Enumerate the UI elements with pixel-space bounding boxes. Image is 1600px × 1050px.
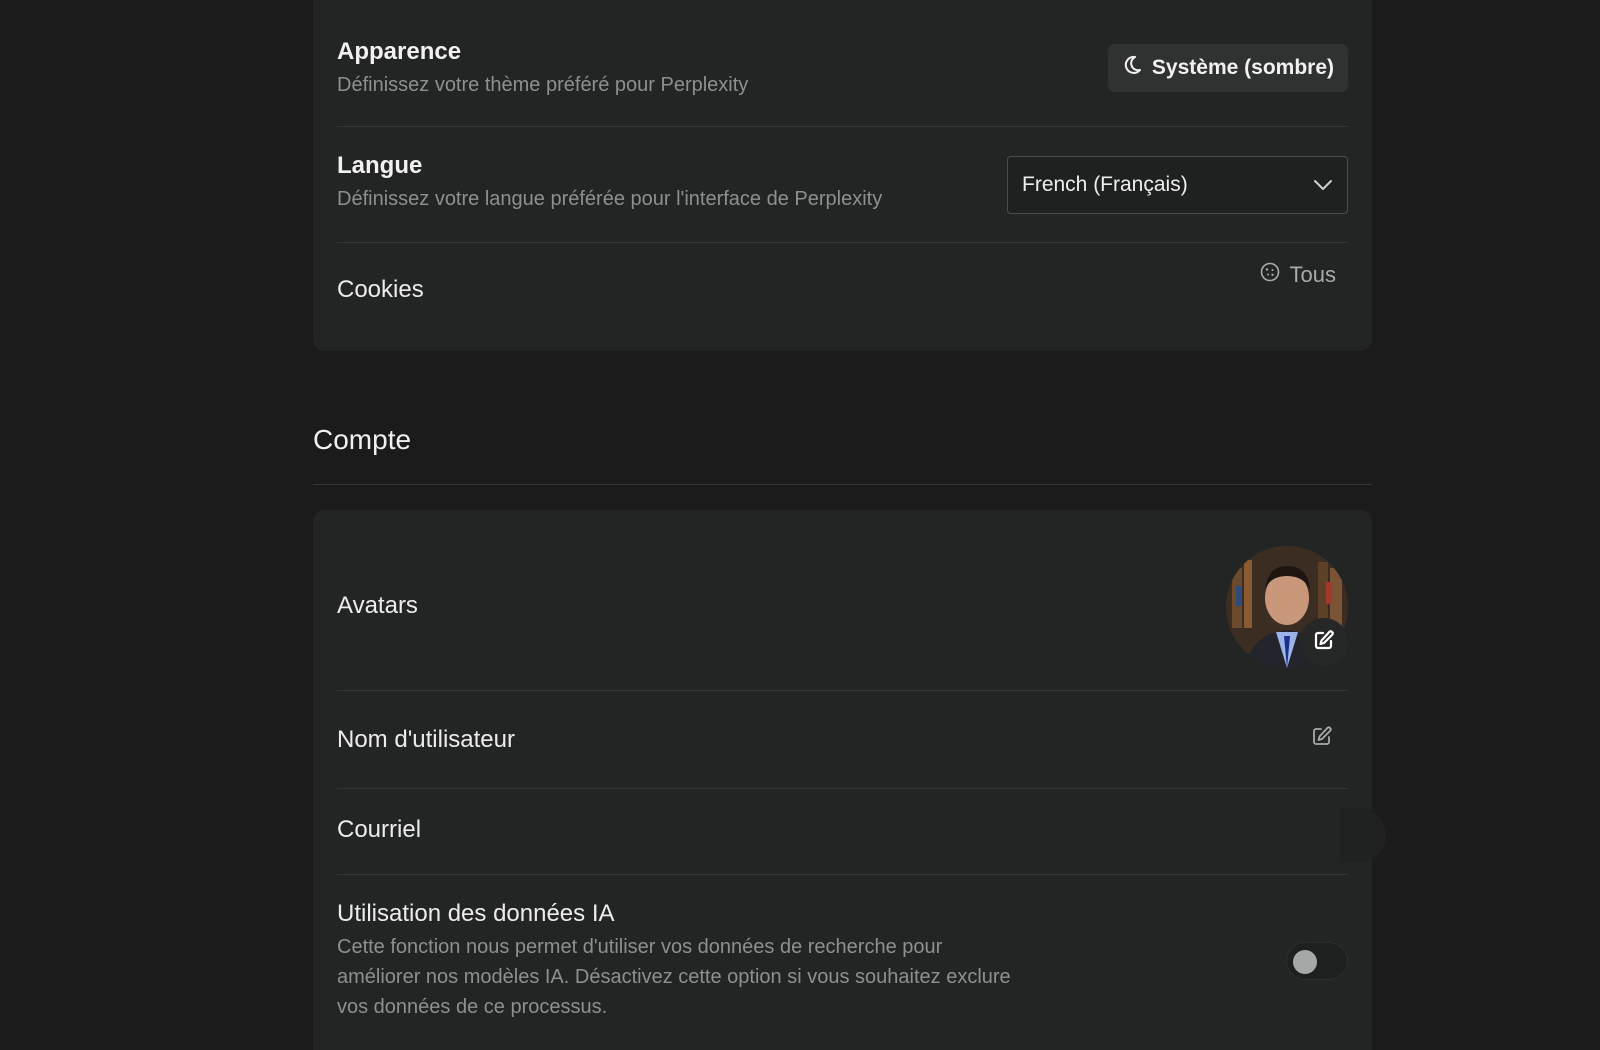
moon-icon	[1124, 55, 1142, 81]
section-divider	[313, 484, 1372, 485]
chevron-down-icon	[1313, 173, 1333, 197]
cookies-label: Cookies	[337, 276, 424, 303]
divider	[337, 690, 1348, 691]
divider	[337, 126, 1348, 127]
email-label: Courriel	[337, 816, 422, 843]
cookies-value: Tous	[1289, 262, 1336, 287]
language-value: French (Français)	[1022, 173, 1188, 196]
account-card: Avatars Nom d'utilisateur Courriel Utili…	[313, 510, 1372, 1050]
cookie-icon	[1260, 262, 1280, 288]
divider	[337, 788, 1348, 789]
ai-data-description-line: améliorer nos modèles IA. Désactivez cet…	[337, 966, 1011, 988]
account-heading: Compte	[313, 424, 412, 455]
scroll-handle[interactable]	[1340, 808, 1386, 862]
theme-value: Système (sombre)	[1151, 56, 1334, 79]
ai-data-description-line: vos données de ce processus.	[337, 996, 608, 1018]
preferences-card: Apparence Définissez votre thème préféré…	[313, 0, 1372, 351]
ai-data-description: Cette fonction nous permet d'utiliser vo…	[337, 932, 1348, 1022]
avatar-edit-button[interactable]	[1300, 618, 1348, 666]
cookies-button[interactable]: Tous	[1260, 262, 1336, 288]
ai-data-description-line: Cette fonction nous permet d'utiliser vo…	[337, 936, 943, 958]
theme-button[interactable]: Système (sombre)	[1107, 44, 1348, 92]
ai-data-title: Utilisation des données IA	[337, 900, 615, 927]
ai-data-toggle[interactable]	[1286, 942, 1348, 980]
username-edit-button[interactable]	[1308, 724, 1336, 752]
username-label: Nom d'utilisateur	[337, 726, 515, 753]
divider	[337, 242, 1348, 243]
edit-icon	[1313, 629, 1335, 656]
language-select[interactable]: French (Français)	[1007, 156, 1348, 214]
avatar-label: Avatars	[337, 592, 418, 619]
divider	[337, 874, 1348, 875]
edit-icon	[1311, 725, 1333, 752]
ai-data-setting: Utilisation des données IA Cette fonctio…	[337, 900, 1348, 1022]
toggle-knob	[1293, 950, 1317, 974]
